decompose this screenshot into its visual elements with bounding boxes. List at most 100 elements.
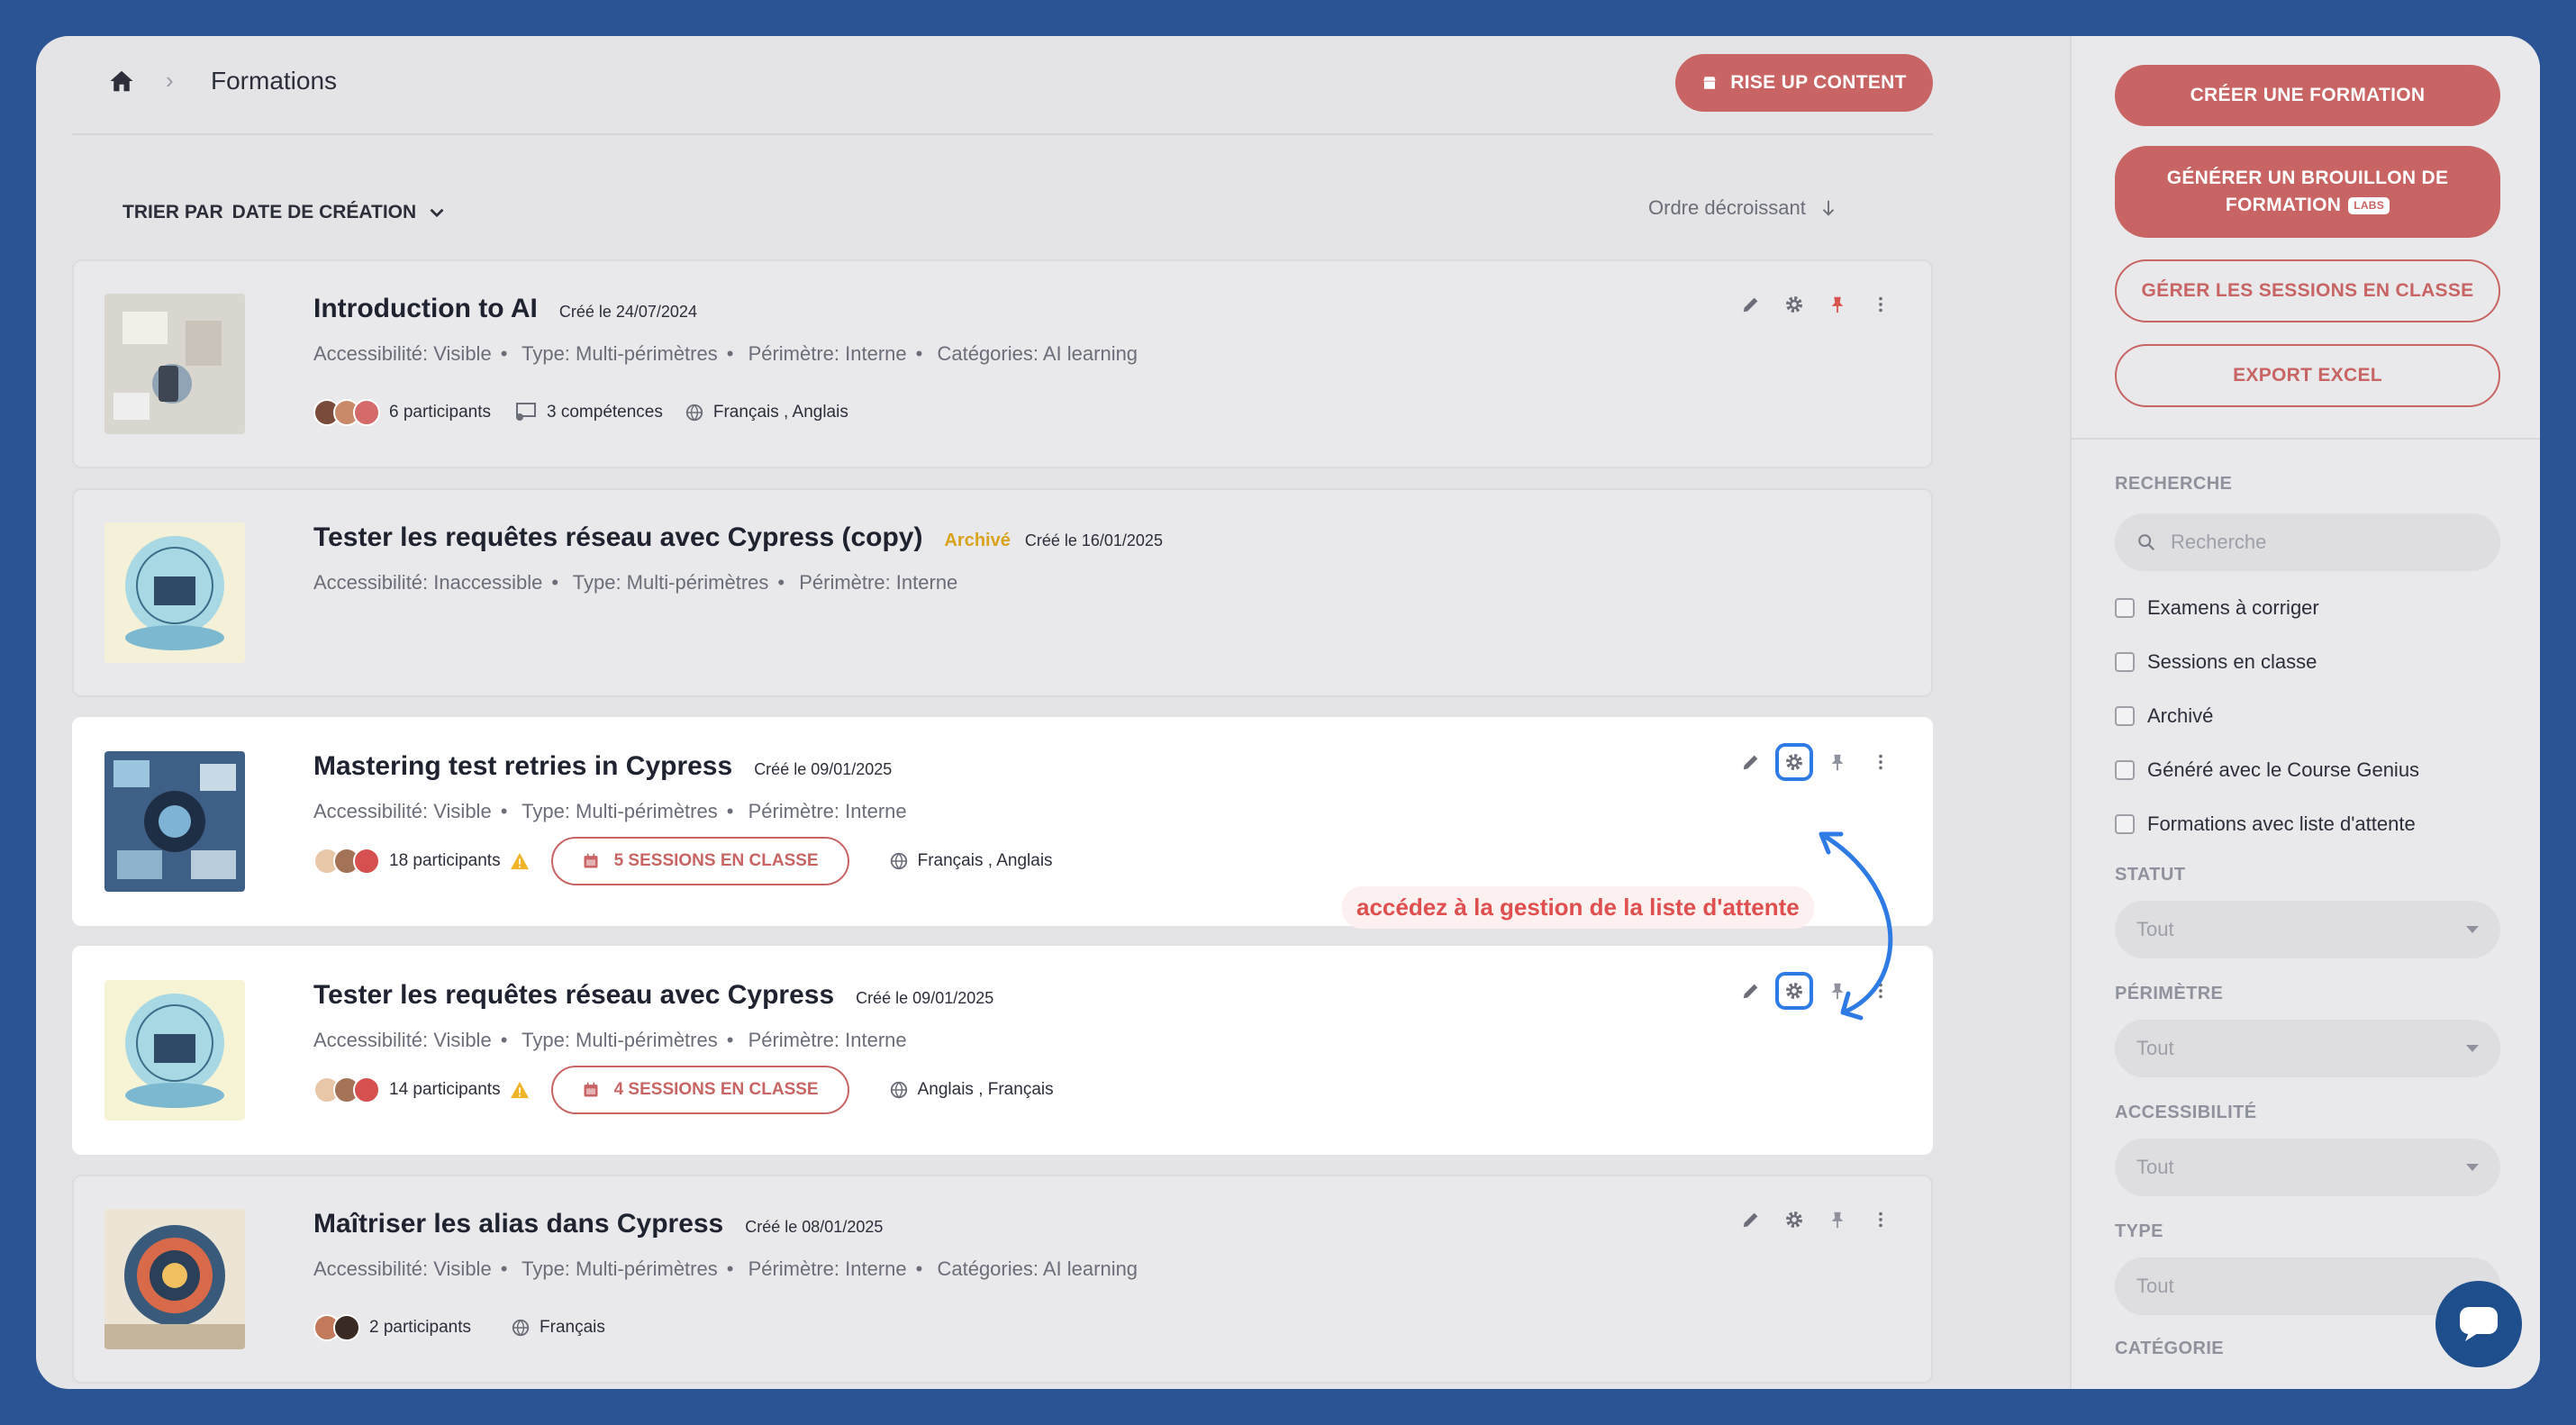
course-title[interactable]: Tester les requêtes réseau avec Cypress … [313,522,1163,553]
pin-button[interactable] [1827,751,1848,773]
pin-button[interactable] [1827,294,1848,315]
course-meta: Accessibilité: Visible • Type: Multi-péri… [313,1029,907,1051]
filter-waitlist-checkbox[interactable]: Formations avec liste d'attente [2115,812,2416,836]
manage-sessions-button[interactable]: GÉRER LES SESSIONS EN CLASSE [2115,259,2500,322]
checkbox[interactable] [2115,760,2135,780]
more-button[interactable] [1870,751,1891,773]
sort-order-toggle[interactable]: Ordre décroissant [1648,196,1838,220]
caret-down-icon [2466,926,2479,933]
languages-text: Français , Anglais [712,403,848,422]
sidebar: CRÉER UNE FORMATION GÉNÉRER UN BROUILLON… [2070,36,2540,1389]
course-title[interactable]: Maîtriser les alias dans Cypress Créé le… [313,1209,883,1239]
search-input[interactable]: Recherche [2115,513,2500,571]
filter-exams-checkbox[interactable]: Examens à corriger [2115,596,2319,620]
created-date: Créé le 24/07/2024 [558,303,697,321]
course-thumbnail [104,980,245,1121]
course-card[interactable]: Tester les requêtes réseau avec Cypress … [72,946,1933,1155]
sort-dropdown[interactable]: TRIER PAR DATE DE CRÉATION [122,195,449,231]
type-text: Type: Multi-périmètres [522,342,718,365]
filter-sessions-checkbox[interactable]: Sessions en classe [2115,650,2317,674]
shop-icon [1703,77,1717,89]
statut-value: Tout [2136,918,2174,940]
course-stats: 18 participants 5 SESSIONS EN CLASSE Fra… [313,837,1053,885]
globe-icon [512,1319,530,1337]
search-placeholder: Recherche [2171,531,2267,553]
languages-chip: Anglais , Français [889,1080,1054,1100]
create-course-button[interactable]: CRÉER UNE FORMATION [2115,65,2500,126]
accessibility-text: Accessibilité: Inaccessible [313,571,543,594]
app-window: › Formations RISE UP CONTENT TRIER PAR D… [36,36,2540,1389]
checkbox[interactable] [2115,814,2135,834]
arrow-down-icon [1822,200,1835,216]
type-text: Type: Multi-périmètres [522,1257,718,1280]
course-title[interactable]: Tester les requêtes réseau avec Cypress … [313,980,993,1011]
perimetre-value: Tout [2136,1037,2174,1059]
checkbox[interactable] [2115,598,2135,618]
sort-prefix: TRIER PAR [122,202,223,222]
course-title[interactable]: Introduction to AI Créé le 24/07/2024 [313,294,697,324]
main-panel: › Formations RISE UP CONTENT TRIER PAR D… [36,36,2067,1389]
avatar-group [313,1076,380,1103]
course-title-text: Tester les requêtes réseau avec Cypress … [313,522,923,552]
course-card[interactable]: Tester les requêtes réseau avec Cypress … [72,488,1933,697]
chat-button[interactable] [2435,1281,2522,1367]
course-stats: 2 participants Français [313,1310,605,1346]
edit-button[interactable] [1740,294,1762,315]
categories-text: Catégories: AI learning [937,1257,1138,1280]
settings-button[interactable] [1775,743,1813,781]
filter-archived-label: Archivé [2147,704,2214,727]
edit-button[interactable] [1740,751,1762,773]
avatar [353,399,380,426]
chevron-down-icon [430,208,444,218]
settings-button[interactable] [1783,294,1805,315]
filter-genius-checkbox[interactable]: Généré avec le Course Genius [2115,758,2419,782]
rise-up-content-button[interactable]: RISE UP CONTENT [1675,54,1933,112]
home-icon[interactable] [108,68,135,95]
gear-icon [1786,296,1802,313]
generate-draft-label: GÉNÉRER UN BROUILLON DE FORMATION [2166,167,2449,215]
edit-button[interactable] [1740,980,1762,1002]
course-title[interactable]: Mastering test retries in Cypress Créé l… [313,751,892,782]
edit-button[interactable] [1740,1209,1762,1230]
more-button[interactable] [1870,1209,1891,1230]
checkbox[interactable] [2115,706,2135,726]
accessibilite-label: ACCESSIBILITÉ [2115,1103,2257,1122]
generate-draft-button[interactable]: GÉNÉRER UN BROUILLON DE FORMATION LABS [2115,146,2500,238]
more-button[interactable] [1870,294,1891,315]
pin-button[interactable] [1827,1209,1848,1230]
course-meta: Accessibilité: Visible • Type: Multi-péri… [313,800,907,822]
languages-text: Français , Anglais [917,851,1053,870]
accessibility-text: Accessibilité: Visible [313,1029,492,1051]
course-card[interactable]: Maîtriser les alias dans Cypress Créé le… [72,1175,1933,1384]
created-date: Créé le 09/01/2025 [856,989,994,1007]
settings-button[interactable] [1783,1209,1805,1230]
accessibilite-select[interactable]: Tout [2115,1139,2500,1196]
filter-archived-checkbox[interactable]: Archivé [2115,704,2213,728]
statut-select[interactable]: Tout [2115,901,2500,958]
type-text: Type: Multi-périmètres [572,571,769,594]
export-excel-button[interactable]: EXPORT EXCEL [2115,344,2500,407]
search-label: RECHERCHE [2115,474,2233,494]
languages-chip: Français , Anglais [889,851,1053,871]
more-vert-icon [1879,296,1882,313]
gear-icon [1786,1212,1802,1228]
more-vert-icon [1879,1212,1882,1228]
chat-icon [2460,1307,2498,1341]
perimetre-select[interactable]: Tout [2115,1020,2500,1077]
checkbox[interactable] [2115,652,2135,672]
classroom-sessions-button[interactable]: 4 SESSIONS EN CLASSE [550,1066,849,1114]
course-actions [1740,743,1891,781]
course-actions [1740,1209,1891,1230]
calendar-icon [584,1082,598,1097]
course-thumbnail [104,1209,245,1349]
created-date: Créé le 16/01/2025 [1024,531,1163,549]
course-card[interactable]: Introduction to AI Créé le 24/07/2024 Ac… [72,259,1933,468]
course-title-text: Maîtriser les alias dans Cypress [313,1209,724,1239]
classroom-sessions-button[interactable]: 5 SESSIONS EN CLASSE [550,837,849,885]
course-thumbnail [104,294,245,434]
participants-count: 6 participants [389,403,492,422]
course-thumbnail [104,751,245,892]
warning-icon [510,852,529,870]
gear-icon [1786,754,1802,770]
perimeter-text: Périmètre: Interne [748,1029,907,1051]
